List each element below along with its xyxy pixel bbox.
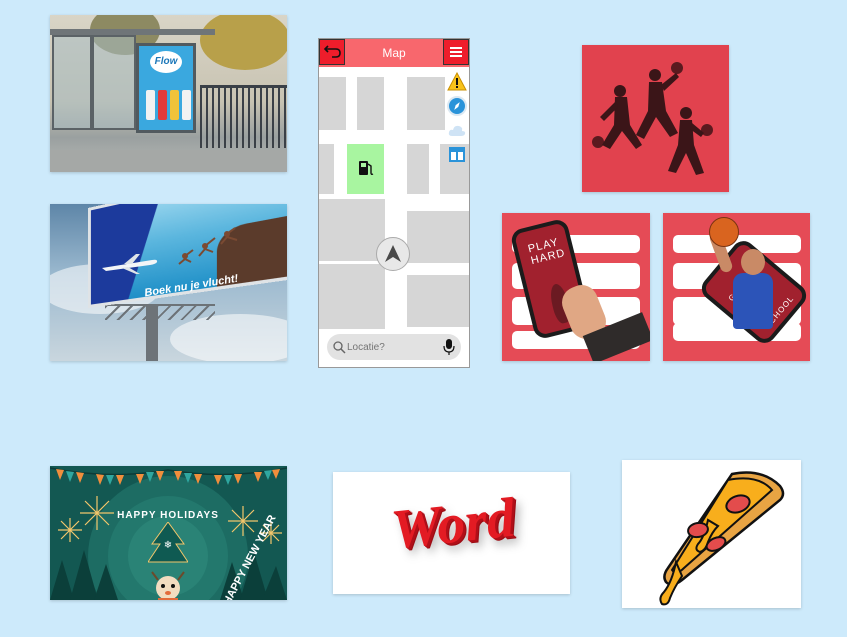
bus-stop-image: Flow (50, 15, 287, 172)
map-block (407, 275, 469, 327)
shelter-glass (92, 35, 136, 130)
player-body (733, 273, 773, 329)
holiday-caption: HAPPY HOLIDAYS (117, 510, 219, 521)
map-block (407, 144, 429, 194)
map-block (319, 144, 334, 194)
firework-icon (58, 518, 82, 542)
search-icon (333, 341, 346, 354)
map-block (357, 77, 384, 130)
iron-fence (200, 85, 287, 148)
gas-station-block[interactable] (347, 144, 384, 194)
gas-station-icon (359, 161, 374, 176)
player-head (741, 249, 765, 275)
basketball-players (592, 62, 713, 175)
bunting-flags (50, 467, 287, 485)
basketball-art (582, 45, 729, 192)
microphone-icon[interactable] (443, 338, 455, 356)
billboard-image: Boek nu je vlucht! (50, 204, 287, 361)
christmas-tree-icon: ❄ (148, 522, 188, 563)
map-block (319, 77, 346, 130)
location-search-bar (327, 334, 461, 360)
airplane-icon (102, 254, 158, 274)
jumping-people (178, 227, 238, 265)
promo-phone-left: PLAY HARD (502, 213, 650, 361)
sidewalk (50, 150, 287, 172)
flow-poster: Flow (136, 43, 196, 133)
cloud (170, 314, 287, 361)
map-app-mockup: Map (318, 38, 470, 368)
tree (200, 15, 287, 70)
firework-icon (228, 506, 258, 536)
map-block (319, 264, 385, 329)
happy-holidays-card: ❄ HAPPY HOLIDAYS HAPPY NEW YEAR (50, 466, 287, 600)
warning-icon[interactable] (447, 72, 467, 92)
menu-button[interactable] (443, 39, 469, 65)
location-search-input[interactable] (347, 338, 437, 356)
layers-icon[interactable] (447, 145, 467, 165)
compass-icon[interactable] (447, 96, 467, 116)
reindeer (151, 571, 185, 600)
promo-phone-right: GAME ON SCHOOL (663, 213, 810, 361)
poster-logo: Flow (150, 51, 182, 73)
map-block (407, 77, 445, 130)
phone-headline: PLAY HARD (526, 236, 567, 268)
drink-can (146, 90, 155, 120)
svg-text:❄: ❄ (164, 540, 172, 551)
shelter-glass (52, 35, 92, 130)
cloud-icon[interactable] (447, 121, 467, 141)
navigation-arrow-icon (385, 245, 401, 262)
map-block (407, 211, 469, 263)
drink-can (170, 90, 179, 120)
billboard-frame (105, 304, 215, 320)
navigation-button[interactable] (376, 237, 410, 271)
billboard-pole (146, 304, 158, 361)
word-3d-render: Word (333, 472, 570, 594)
hamburger-menu-icon (450, 47, 462, 57)
basketball-icon (709, 217, 739, 247)
word-3d-text: Word (388, 486, 518, 562)
pizza-illustration (622, 460, 801, 608)
drink-can (158, 90, 167, 120)
pizza-slice-icon (659, 471, 785, 606)
drink-can (182, 90, 191, 120)
